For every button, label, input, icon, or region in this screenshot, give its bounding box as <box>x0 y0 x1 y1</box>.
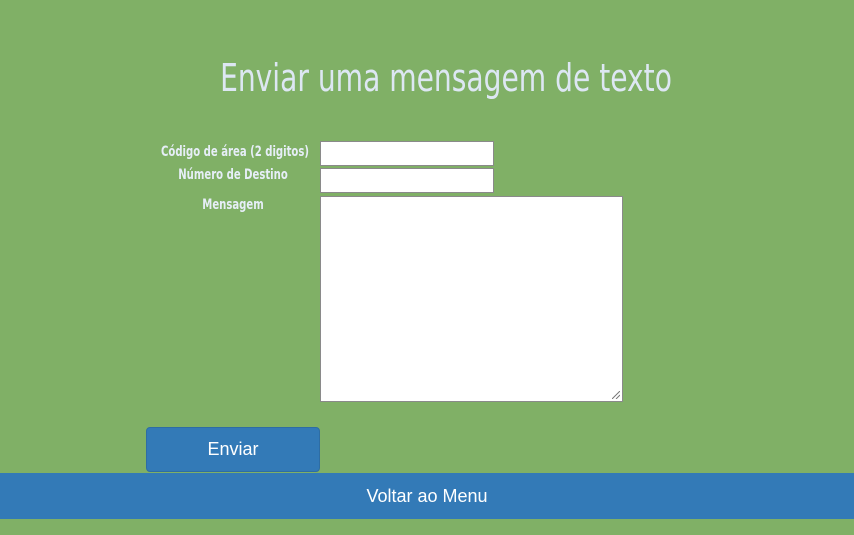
message-textarea[interactable] <box>320 196 623 402</box>
destination-number-input[interactable] <box>320 168 494 193</box>
resize-grip-icon[interactable] <box>612 391 620 399</box>
send-button[interactable]: Enviar <box>146 427 320 472</box>
page-title: Enviar uma mensagem de texto <box>220 56 672 100</box>
sms-page: Enviar uma mensagem de texto Código de á… <box>0 0 854 535</box>
back-to-menu-button[interactable]: Voltar ao Menu <box>0 473 854 519</box>
destination-number-label: Número de Destino <box>178 167 288 183</box>
message-label: Mensagem <box>202 197 264 213</box>
area-code-label: Código de área (2 digitos) <box>161 144 309 160</box>
area-code-input[interactable] <box>320 141 494 166</box>
